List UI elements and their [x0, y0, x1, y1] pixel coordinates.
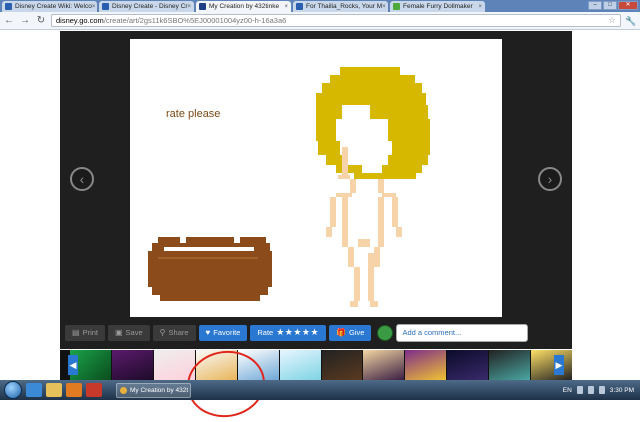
- media-player-icon[interactable]: [66, 383, 82, 397]
- system-tray: EN 3:30 PM: [563, 386, 640, 394]
- save-label: Save: [125, 328, 143, 337]
- url-path: /create/art/2gs11k6SBO%5EJ00001004yz00-h…: [103, 16, 287, 25]
- thumbnail[interactable]: [111, 350, 153, 380]
- windows-taskbar: My Creation by 432t EN 3:30 PM: [0, 380, 640, 400]
- gift-icon: 🎁: [336, 328, 347, 337]
- browser-toolbar: ← → ↻ disney.go.com /create/art/2gs11k6S…: [0, 12, 640, 30]
- wrench-menu-icon[interactable]: 🔧: [625, 15, 637, 27]
- comment-input[interactable]: Add a comment...: [396, 323, 529, 342]
- give-button[interactable]: 🎁 Give: [329, 324, 372, 341]
- tab-bar: Disney Create Wiki: Welco × Disney Creat…: [0, 0, 640, 12]
- close-window-button[interactable]: ✕: [618, 1, 638, 10]
- thumbnail[interactable]: [321, 350, 363, 380]
- language-indicator[interactable]: EN: [563, 387, 572, 394]
- user-avatar: [377, 324, 394, 341]
- ie-icon[interactable]: [26, 383, 42, 397]
- start-button[interactable]: [4, 381, 22, 399]
- disney-favicon-icon: [199, 3, 206, 10]
- page-content: rate please ‹ › ▤ Print ▣ Save ⚲ Share ♥…: [0, 31, 640, 422]
- creation-viewer: rate please ‹ ›: [60, 31, 572, 349]
- comment-placeholder: Add a comment...: [402, 328, 462, 337]
- dollmaker-favicon-icon: [393, 3, 400, 10]
- network-icon[interactable]: [576, 386, 583, 394]
- maximize-button[interactable]: □: [603, 1, 617, 10]
- printer-icon: ▤: [72, 328, 80, 337]
- thumbnail[interactable]: [531, 350, 573, 380]
- close-tab-icon[interactable]: ×: [478, 4, 482, 10]
- share-button[interactable]: ⚲ Share: [152, 324, 196, 341]
- address-bar[interactable]: disney.go.com /create/art/2gs11k6SBO%5EJ…: [51, 14, 621, 27]
- give-label: Give: [349, 328, 365, 337]
- close-tab-icon[interactable]: ×: [92, 4, 96, 10]
- next-arrow-button[interactable]: ›: [538, 167, 562, 191]
- save-button[interactable]: ▣ Save: [107, 324, 150, 341]
- flag-icon[interactable]: [598, 386, 605, 394]
- close-tab-icon[interactable]: ×: [188, 4, 192, 10]
- folder-icon[interactable]: [46, 383, 62, 397]
- disney-favicon-icon: [102, 3, 109, 10]
- creation-action-bar: ▤ Print ▣ Save ⚲ Share ♥ Favorite Rate ★…: [60, 322, 572, 343]
- volume-icon[interactable]: [587, 386, 594, 394]
- rate-button[interactable]: Rate ★★★★★: [250, 324, 327, 341]
- creation-canvas: rate please: [130, 39, 502, 317]
- tab-disney-create[interactable]: Disney Create - Disney Cr ×: [99, 1, 194, 12]
- disney-favicon-icon: [5, 3, 12, 10]
- tab-disney-create-wiki[interactable]: Disney Create Wiki: Welco ×: [2, 1, 97, 12]
- print-label: Print: [82, 328, 98, 337]
- tab-title: Disney Create Wiki: Welco: [15, 3, 92, 10]
- print-button[interactable]: ▤ Print: [65, 324, 105, 341]
- heart-icon: ♥: [205, 328, 211, 337]
- thumbnail-prev-button[interactable]: ◀: [68, 355, 78, 375]
- creation-thumbnail-strip: [60, 350, 573, 380]
- taskbar-window-my-creation[interactable]: My Creation by 432t: [116, 382, 191, 398]
- window-controls: – □ ✕: [588, 1, 638, 10]
- floppy-icon: ▣: [114, 328, 123, 337]
- tab-title: My Creation by 432tinke: [209, 3, 280, 10]
- forward-button[interactable]: →: [19, 15, 31, 27]
- rating-stars[interactable]: ★★★★★: [276, 327, 319, 338]
- reload-button[interactable]: ↻: [35, 15, 47, 27]
- taskbar-window-title: My Creation by 432t: [130, 386, 189, 394]
- thumbnail-next-button[interactable]: ▶: [554, 355, 564, 375]
- favorite-button[interactable]: ♥ Favorite: [198, 324, 248, 341]
- tab-female-furry-dollmaker[interactable]: Female Furry Dollmaker ×: [390, 1, 485, 12]
- thumbnail[interactable]: [279, 350, 321, 380]
- close-tab-icon[interactable]: ×: [284, 4, 288, 10]
- tab-title: For Thailia_Rocks, Your M: [306, 3, 383, 10]
- thumbnail[interactable]: [363, 350, 405, 380]
- thumbnail[interactable]: [489, 350, 531, 380]
- tab-my-creation[interactable]: My Creation by 432tinke ×: [196, 1, 291, 12]
- rate-label: Rate: [257, 328, 274, 337]
- bookmark-star-icon[interactable]: ☆: [608, 15, 616, 26]
- back-button[interactable]: ←: [3, 15, 15, 27]
- favorite-label: Favorite: [213, 328, 241, 337]
- disney-favicon-icon: [296, 3, 303, 10]
- cake-shape: [148, 237, 272, 301]
- tab-title: Disney Create - Disney Cr: [112, 3, 188, 10]
- thumbnail[interactable]: [405, 350, 447, 380]
- share-label: Share: [168, 328, 189, 337]
- close-tab-icon[interactable]: ×: [382, 4, 386, 10]
- tab-title: Female Furry Dollmaker: [403, 3, 473, 10]
- tab-for-thailia[interactable]: For Thailia_Rocks, Your M ×: [293, 1, 388, 12]
- chrome-icon[interactable]: [86, 383, 102, 397]
- chrome-icon: [120, 386, 127, 394]
- pixel-art: [148, 67, 430, 307]
- minimize-button[interactable]: –: [588, 1, 602, 10]
- url-host: disney.go.com: [56, 16, 104, 25]
- clock[interactable]: 3:30 PM: [610, 387, 634, 394]
- hair-shape: [316, 67, 430, 179]
- previous-arrow-button[interactable]: ‹: [70, 167, 94, 191]
- thumbnail[interactable]: [447, 350, 489, 380]
- share-icon: ⚲: [159, 328, 166, 337]
